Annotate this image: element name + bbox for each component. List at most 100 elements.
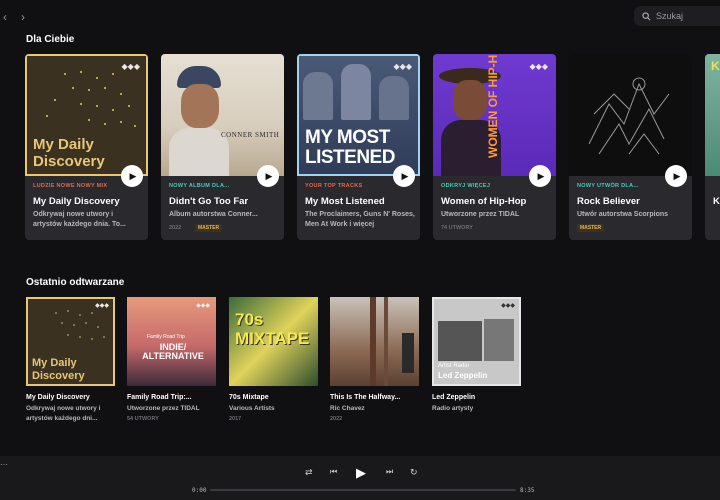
repeat-button[interactable]: ↻: [410, 467, 418, 478]
play-icon: ▶: [401, 170, 409, 181]
card-subtitle: Odkrywaj nowe utwory i artystów każdego …: [26, 405, 101, 422]
card-subtitle: Utworzone przez TIDAL: [441, 211, 520, 218]
card-meta: 2022: [169, 225, 182, 231]
recent-halfway[interactable]: This Is The Halfway... Ric Chavez 2022: [330, 297, 422, 422]
card-women-of-hip-hop[interactable]: ◆◆◆ WOMEN OF HIP-HOP ▶ Odkryj więcej Wom…: [433, 54, 556, 240]
back-button[interactable]: ‹: [0, 8, 14, 26]
cover-text: Led Zeppelin: [438, 371, 488, 380]
section-title-recent: Ostatnio odtwarzane: [26, 277, 125, 288]
play-icon: ▶: [356, 465, 366, 480]
for-you-carousel: ◆◆◆ My Daily Discovery ▶ Ludzie nowe now…: [25, 54, 720, 244]
cover-text: WOMEN OF HIP-HOP: [486, 54, 500, 158]
time-elapsed: 0:00: [192, 487, 207, 494]
play-button[interactable]: ▶: [529, 165, 551, 187]
play-button[interactable]: ▶: [665, 165, 687, 187]
more-button[interactable]: ⋯: [0, 460, 8, 469]
card-didnt-go-too-far[interactable]: CONNER SMITH ▶ Nowy album dla... Didn't …: [161, 54, 284, 240]
more-icon: ⋯: [0, 460, 8, 469]
cover-art: [330, 297, 419, 386]
card-title: 70s Mixtape: [229, 394, 269, 401]
card-subtitle: Odkrywaj nowe utwory i artystów każdego …: [33, 211, 126, 228]
cover-text: Ki: [711, 59, 720, 73]
card-subtitle: Utworzone przez TIDAL: [127, 405, 200, 412]
repeat-icon: ↻: [410, 467, 418, 477]
play-icon: ▶: [265, 170, 273, 181]
play-button[interactable]: ▶: [257, 165, 279, 187]
card-title: My Daily Discovery: [33, 196, 120, 207]
cover-text: INDIE/ ALTERNATIVE: [142, 342, 204, 361]
next-button[interactable]: ⏭: [386, 467, 393, 477]
play-button[interactable]: ▶: [121, 165, 143, 187]
card-my-most-listened[interactable]: ◆◆◆ MY MOST LISTENED ▶ Your top tracks M…: [297, 54, 420, 240]
card-partial[interactable]: Ki Ki: [705, 54, 720, 240]
progress-bar[interactable]: [210, 489, 516, 491]
next-icon: ⏭: [386, 467, 394, 476]
play-button[interactable]: ▶: [393, 165, 415, 187]
shuffle-button[interactable]: ⇄: [305, 467, 313, 478]
cover-art: ◆◆◆ Artist Radio Led Zeppelin: [432, 297, 521, 386]
search-icon: [642, 11, 651, 20]
cover-text: MY MOST LISTENED: [305, 127, 395, 168]
tidal-logo-icon: ◆◆◆: [529, 62, 548, 71]
tidal-logo-icon: ◆◆◆: [95, 303, 109, 309]
cover-art: CONNER SMITH: [161, 54, 284, 176]
card-rock-believer[interactable]: ▶ Nowy utwór dla... Rock Believer Utwór …: [569, 54, 692, 240]
forward-icon: ›: [21, 10, 25, 24]
recent-led-zeppelin-radio[interactable]: ◆◆◆ Artist Radio Led Zeppelin Led Zeppel…: [432, 297, 524, 414]
card-title: Family Road Trip:...: [127, 394, 192, 401]
card-tag: Your top tracks: [305, 183, 363, 189]
card-title: My Most Listened: [305, 196, 385, 207]
card-title: Women of Hip-Hop: [441, 196, 527, 207]
card-title: This Is The Halfway...: [330, 394, 401, 401]
card-tag: Nowy utwór dla...: [577, 183, 639, 189]
card-subtitle: The Proclaimers, Guns N' Roses, Men At W…: [305, 211, 415, 228]
card-meta: 54 UTWORY: [127, 416, 159, 422]
card-tag: Ludzie nowe nowy mix: [33, 183, 108, 189]
card-meta: 2022: [330, 416, 343, 422]
card-title: My Daily Discovery: [26, 394, 90, 401]
card-title: Didn't Go Too Far: [169, 196, 249, 207]
previous-icon: ⏮: [330, 467, 338, 476]
player-bar: ⋯ ⇄ ⏮ ▶ ⏭ ↻ 0:00 8:35: [0, 456, 720, 500]
master-badge: MASTER: [577, 224, 605, 232]
cover-art: ◆◆◆ My Daily Discovery: [26, 297, 115, 386]
cover-art: Ki: [705, 54, 720, 176]
forward-button[interactable]: ›: [14, 8, 32, 26]
section-title-for-you: Dla Ciebie: [26, 34, 75, 45]
card-meta: 74 UTWORY: [441, 225, 473, 231]
recent-family-road-trip[interactable]: ◆◆◆ Family Road Trip INDIE/ ALTERNATIVE …: [127, 297, 219, 422]
play-icon: ▶: [537, 170, 545, 181]
search-input[interactable]: [656, 11, 716, 21]
cover-art: ◆◆◆ MY MOST LISTENED: [297, 54, 420, 176]
cover-art: ◆◆◆ WOMEN OF HIP-HOP: [433, 54, 556, 176]
cover-art: 70s MIXTAPE: [229, 297, 318, 386]
card-subtitle: Various Artists: [229, 405, 275, 412]
master-badge: MASTER: [195, 224, 223, 232]
recent-my-daily-discovery[interactable]: ◆◆◆ My Daily Discovery My Daily Discover…: [26, 297, 118, 424]
cover-text: My Daily Discovery: [32, 357, 85, 382]
previous-button[interactable]: ⏮: [330, 467, 337, 477]
card-title: Led Zeppelin: [432, 394, 476, 401]
tidal-logo-icon: ◆◆◆: [121, 62, 140, 71]
card-title: Ki: [713, 196, 720, 207]
tidal-logo-icon: ◆◆◆: [501, 303, 515, 309]
artwork-illustration: [588, 77, 670, 155]
cover-art: ◆◆◆ My Daily Discovery: [25, 54, 148, 176]
card-title: Rock Believer: [577, 196, 640, 207]
card-subtitle: Utwór autorstwa Scorpions: [577, 211, 669, 218]
cover-text: CONNER SMITH: [221, 131, 280, 139]
cover-text: 70s MIXTAPE: [235, 310, 310, 348]
back-icon: ‹: [3, 10, 7, 24]
card-subtitle: Ric Chavez: [330, 405, 365, 412]
card-tag: Nowy album dla...: [169, 183, 230, 189]
card-my-daily-discovery[interactable]: ◆◆◆ My Daily Discovery ▶ Ludzie nowe now…: [25, 54, 148, 240]
cover-small-text: Family Road Trip: [147, 334, 185, 340]
play-icon: ▶: [129, 170, 137, 181]
play-pause-button[interactable]: ▶: [356, 465, 366, 481]
recent-70s-mixtape[interactable]: 70s MIXTAPE 70s Mixtape Various Artists …: [229, 297, 321, 422]
card-subtitle: Radio artysty: [432, 405, 474, 412]
search-box[interactable]: [634, 6, 720, 26]
time-total: 8:35: [520, 487, 535, 494]
cover-art: ◆◆◆ Family Road Trip INDIE/ ALTERNATIVE: [127, 297, 216, 386]
card-tag: Odkryj więcej: [441, 183, 491, 189]
